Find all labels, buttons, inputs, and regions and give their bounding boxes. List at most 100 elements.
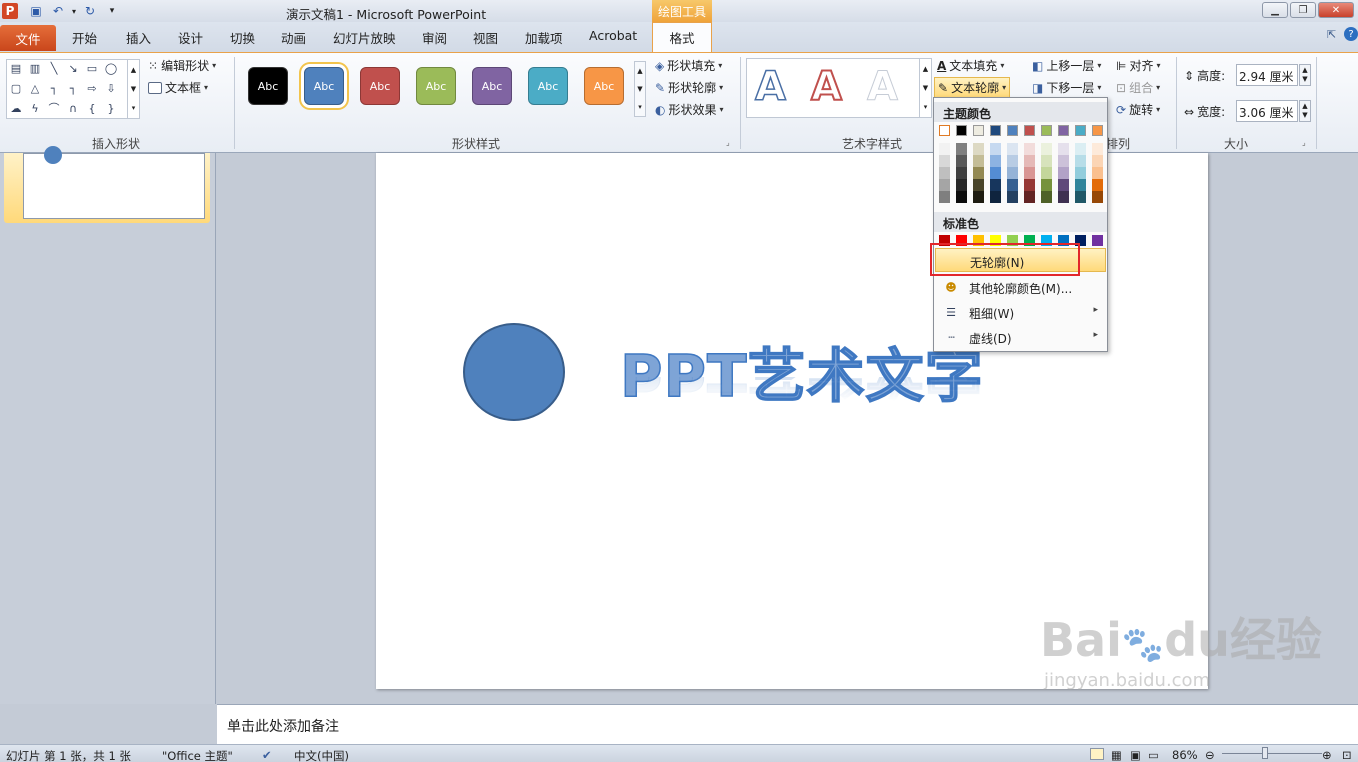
vertical-textbox-shape-icon[interactable]: ▥ — [28, 62, 42, 75]
theme-shade-swatch[interactable] — [990, 191, 1001, 203]
tab-file[interactable]: 文件 — [0, 25, 56, 51]
width-spinner[interactable]: ▲ ▼ — [1299, 100, 1311, 122]
wordart-style-2[interactable]: A — [810, 64, 843, 110]
theme-shade-swatch[interactable] — [956, 155, 967, 167]
down-arrow-shape-icon[interactable]: ⇩ — [104, 82, 118, 95]
theme-shade-swatch[interactable] — [1075, 167, 1086, 179]
customize-quick-access-icon[interactable]: ▾ — [104, 3, 120, 19]
pin-ribbon-icon[interactable]: ⇱ — [1327, 28, 1336, 41]
group-button[interactable]: ⊡ 组合 ▾ — [1116, 79, 1160, 96]
language-status[interactable]: 中文(中国) — [294, 748, 349, 762]
theme-shade-swatch[interactable] — [973, 155, 984, 167]
arrow-line-shape-icon[interactable]: ↘ — [66, 62, 80, 75]
shape-style-1[interactable]: Abc — [248, 67, 288, 105]
tab-format[interactable]: 格式 — [652, 22, 712, 52]
shape-style-3[interactable]: Abc — [360, 67, 400, 105]
save-icon[interactable]: ▣ — [28, 3, 44, 19]
notes-placeholder[interactable]: 单击此处添加备注 — [227, 716, 339, 736]
circle-shape[interactable] — [463, 323, 565, 421]
shape-style-scroll[interactable]: ▲ ▼ ▾ — [634, 61, 646, 117]
theme-shade-swatch[interactable] — [973, 191, 984, 203]
wordart-style-1[interactable]: A — [754, 64, 786, 110]
shape-style-4[interactable]: Abc — [416, 67, 456, 105]
notes-pane[interactable]: 单击此处添加备注 — [217, 704, 1358, 744]
theme-shade-swatch[interactable] — [1041, 143, 1052, 155]
wordart-style-3[interactable]: A — [867, 65, 899, 110]
theme-shade-swatch[interactable] — [973, 143, 984, 155]
weight-menu-item[interactable]: ☰ 粗细(W) ▸ — [935, 300, 1106, 324]
theme-shade-swatch[interactable] — [1024, 167, 1035, 179]
elbow-arrow-shape-icon[interactable]: ┐ — [66, 82, 80, 95]
theme-shade-swatch[interactable] — [1075, 191, 1086, 203]
theme-shade-swatch[interactable] — [956, 143, 967, 155]
tab-insert[interactable]: 插入 — [126, 28, 151, 47]
elbow-connector-shape-icon[interactable]: ┐ — [47, 82, 61, 95]
theme-color-swatch[interactable] — [973, 125, 984, 136]
theme-shade-swatch[interactable] — [939, 191, 950, 203]
shape-outline-button[interactable]: ✎ 形状轮廓 ▾ — [655, 79, 723, 96]
spell-check-icon[interactable]: ✔ — [262, 748, 272, 762]
theme-color-swatch[interactable] — [1024, 125, 1035, 136]
tab-acrobat[interactable]: Acrobat — [589, 28, 637, 43]
arc-shape-icon[interactable]: ∩ — [66, 102, 80, 115]
theme-shade-swatch[interactable] — [939, 167, 950, 179]
theme-shade-swatch[interactable] — [956, 191, 967, 203]
shape-fill-button[interactable]: ◈ 形状填充 ▾ — [655, 57, 722, 74]
rounded-rectangle-shape-icon[interactable]: ▢ — [9, 82, 23, 95]
rectangle-shape-icon[interactable]: ▭ — [85, 62, 99, 75]
text-box-button[interactable]: 文本框 ▾ — [148, 79, 208, 96]
undo-dropdown-icon[interactable]: ▾ — [66, 3, 82, 19]
zoom-in-icon[interactable]: ⊕ — [1322, 748, 1332, 762]
right-brace-shape-icon[interactable]: } — [104, 102, 118, 115]
tab-view[interactable]: 视图 — [473, 28, 498, 47]
theme-shade-swatch[interactable] — [1041, 179, 1052, 191]
theme-shade-swatch[interactable] — [1058, 191, 1069, 203]
right-arrow-shape-icon[interactable]: ⇨ — [85, 82, 99, 95]
shape-style-2[interactable]: Abc — [304, 67, 344, 105]
theme-shade-swatch[interactable] — [1075, 155, 1086, 167]
reading-view-icon[interactable]: ▣ — [1130, 748, 1141, 762]
theme-shade-swatch[interactable] — [939, 155, 950, 167]
tab-design[interactable]: 设计 — [178, 28, 203, 47]
cloud-shape-icon[interactable]: ☁ — [9, 102, 23, 115]
tab-transitions[interactable]: 切换 — [230, 28, 255, 47]
powerpoint-app-icon[interactable]: P — [2, 3, 18, 19]
more-outline-colors-menu-item[interactable]: ☻ 其他轮廓颜色(M)... — [935, 275, 1106, 299]
zoom-slider-track[interactable] — [1222, 753, 1322, 754]
theme-shade-swatch[interactable] — [1058, 179, 1069, 191]
theme-shade-swatch[interactable] — [1041, 167, 1052, 179]
theme-shade-swatch[interactable] — [956, 167, 967, 179]
zoom-out-icon[interactable]: ⊖ — [1205, 748, 1215, 762]
theme-color-swatch[interactable] — [1041, 125, 1052, 136]
theme-shade-swatch[interactable] — [1024, 191, 1035, 203]
theme-shade-swatch[interactable] — [1092, 179, 1103, 191]
theme-shade-swatch[interactable] — [1092, 143, 1103, 155]
dialog-launcher-icon[interactable]: ⌟ — [726, 138, 730, 147]
theme-status[interactable]: "Office 主题" — [162, 748, 233, 762]
textbox-shape-icon[interactable]: ▤ — [9, 62, 23, 75]
theme-shade-swatch[interactable] — [973, 179, 984, 191]
tab-animations[interactable]: 动画 — [281, 28, 306, 47]
theme-shade-swatch[interactable] — [1024, 155, 1035, 167]
shapes-gallery[interactable]: ▤ ▥ ╲ ↘ ▭ ◯ ▢ △ ┐ ┐ ⇨ ⇩ ☁ ϟ ⌒ ∩ { } ▲ ▼ ▾ — [6, 59, 140, 119]
redo-icon[interactable]: ↻ — [82, 3, 98, 19]
align-button[interactable]: ⊫ 对齐 ▾ — [1116, 57, 1160, 74]
theme-shade-swatch[interactable] — [1092, 155, 1103, 167]
undo-icon[interactable]: ↶ — [50, 3, 66, 19]
theme-shade-swatch[interactable] — [939, 143, 950, 155]
theme-color-swatch[interactable] — [939, 125, 950, 136]
normal-view-icon[interactable] — [1090, 748, 1104, 760]
theme-shade-swatch[interactable] — [1007, 191, 1018, 203]
left-brace-shape-icon[interactable]: { — [85, 102, 99, 115]
theme-color-swatch[interactable] — [1007, 125, 1018, 136]
shapes-gallery-scroll[interactable]: ▲ ▼ ▾ — [127, 60, 139, 118]
theme-shade-swatch[interactable] — [990, 167, 1001, 179]
maximize-button[interactable]: ❐ — [1290, 2, 1316, 18]
slide-thumbnail-selection[interactable] — [4, 146, 210, 223]
theme-shade-swatch[interactable] — [990, 179, 1001, 191]
zoom-level[interactable]: 86% — [1172, 748, 1198, 762]
theme-color-swatch[interactable] — [956, 125, 967, 136]
theme-shade-swatch[interactable] — [990, 143, 1001, 155]
theme-shade-swatch[interactable] — [1041, 191, 1052, 203]
theme-shade-swatch[interactable] — [1007, 143, 1018, 155]
